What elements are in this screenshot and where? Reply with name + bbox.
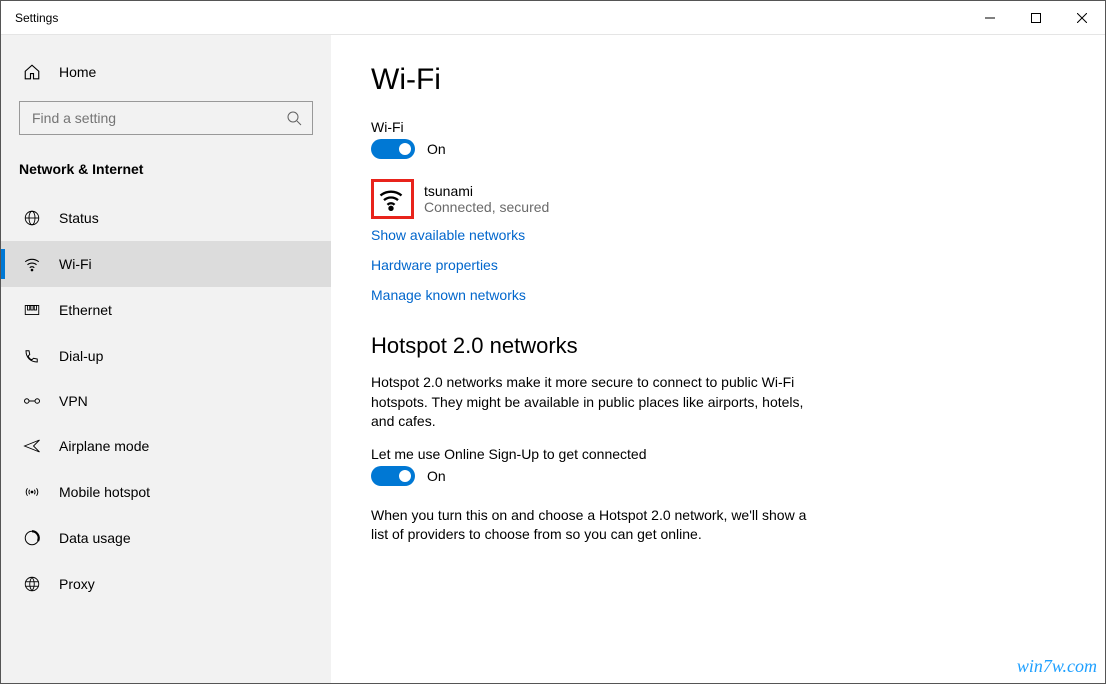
maximize-button[interactable] bbox=[1013, 1, 1059, 34]
hotspot-signup-row: On bbox=[371, 466, 1065, 486]
layout: Home Network & Internet Status bbox=[1, 35, 1105, 683]
window-title: Settings bbox=[15, 11, 58, 25]
wifi-toggle-row: On bbox=[371, 139, 1065, 159]
sidebar-item-label: Proxy bbox=[59, 576, 95, 592]
search-input[interactable] bbox=[30, 109, 286, 127]
data-usage-icon bbox=[23, 529, 41, 547]
ethernet-icon bbox=[23, 301, 41, 319]
vpn-icon bbox=[23, 394, 41, 408]
manage-known-networks-link[interactable]: Manage known networks bbox=[371, 287, 1065, 303]
network-name: tsunami bbox=[424, 183, 549, 199]
home-button[interactable]: Home bbox=[1, 53, 331, 91]
hotspot-signup-toggle[interactable] bbox=[371, 466, 415, 486]
proxy-icon bbox=[23, 575, 41, 593]
sidebar-item-wifi[interactable]: Wi-Fi bbox=[1, 241, 331, 287]
sidebar-item-ethernet[interactable]: Ethernet bbox=[1, 287, 331, 333]
sidebar-item-proxy[interactable]: Proxy bbox=[1, 561, 331, 607]
hotspot-heading: Hotspot 2.0 networks bbox=[371, 333, 1065, 359]
main-content: Wi-Fi Wi-Fi On tsunami Connected, secure… bbox=[331, 35, 1105, 683]
sidebar-item-label: Ethernet bbox=[59, 302, 112, 318]
sidebar: Home Network & Internet Status bbox=[1, 35, 331, 683]
sidebar-item-label: Airplane mode bbox=[59, 438, 149, 454]
airplane-icon bbox=[23, 437, 41, 455]
sidebar-item-vpn[interactable]: VPN bbox=[1, 379, 331, 423]
search-icon bbox=[286, 110, 302, 126]
minimize-button[interactable] bbox=[967, 1, 1013, 34]
hotspot-description: Hotspot 2.0 networks make it more secure… bbox=[371, 373, 811, 432]
wifi-toggle[interactable] bbox=[371, 139, 415, 159]
sidebar-item-label: Data usage bbox=[59, 530, 131, 546]
sidebar-item-status[interactable]: Status bbox=[1, 195, 331, 241]
titlebar: Settings bbox=[1, 1, 1105, 35]
sidebar-item-label: VPN bbox=[59, 393, 88, 409]
network-text: tsunami Connected, secured bbox=[424, 183, 549, 215]
category-heading: Network & Internet bbox=[1, 153, 331, 195]
sidebar-item-hotspot[interactable]: Mobile hotspot bbox=[1, 469, 331, 515]
close-button[interactable] bbox=[1059, 1, 1105, 34]
sidebar-item-label: Dial-up bbox=[59, 348, 103, 364]
nav-list: Status Wi-Fi Ethernet bbox=[1, 195, 331, 607]
wifi-toggle-label: Wi-Fi bbox=[371, 119, 1065, 135]
watermark: win7w.com bbox=[1017, 656, 1097, 677]
globe-icon bbox=[23, 209, 41, 227]
hotspot-icon bbox=[23, 483, 41, 501]
home-icon bbox=[23, 63, 41, 81]
window-controls bbox=[967, 1, 1105, 34]
current-network[interactable]: tsunami Connected, secured bbox=[371, 179, 1065, 219]
sidebar-item-label: Mobile hotspot bbox=[59, 484, 150, 500]
wifi-signal-icon bbox=[371, 179, 414, 219]
page-title: Wi-Fi bbox=[371, 63, 1065, 97]
search-box[interactable] bbox=[19, 101, 313, 135]
sidebar-item-data-usage[interactable]: Data usage bbox=[1, 515, 331, 561]
hotspot-signup-label: Let me use Online Sign-Up to get connect… bbox=[371, 446, 1065, 462]
home-label: Home bbox=[59, 64, 96, 80]
show-networks-link[interactable]: Show available networks bbox=[371, 227, 1065, 243]
sidebar-item-label: Status bbox=[59, 210, 99, 226]
sidebar-item-airplane[interactable]: Airplane mode bbox=[1, 423, 331, 469]
network-status: Connected, secured bbox=[424, 199, 549, 215]
sidebar-item-label: Wi-Fi bbox=[59, 256, 92, 272]
sidebar-item-dialup[interactable]: Dial-up bbox=[1, 333, 331, 379]
hotspot-signup-state: On bbox=[427, 468, 446, 484]
hotspot-footer: When you turn this on and choose a Hotsp… bbox=[371, 506, 811, 545]
wifi-icon bbox=[23, 255, 41, 273]
settings-window: Settings Home bbox=[0, 0, 1106, 684]
hardware-properties-link[interactable]: Hardware properties bbox=[371, 257, 1065, 273]
phone-icon bbox=[23, 347, 41, 365]
wifi-toggle-state: On bbox=[427, 141, 446, 157]
